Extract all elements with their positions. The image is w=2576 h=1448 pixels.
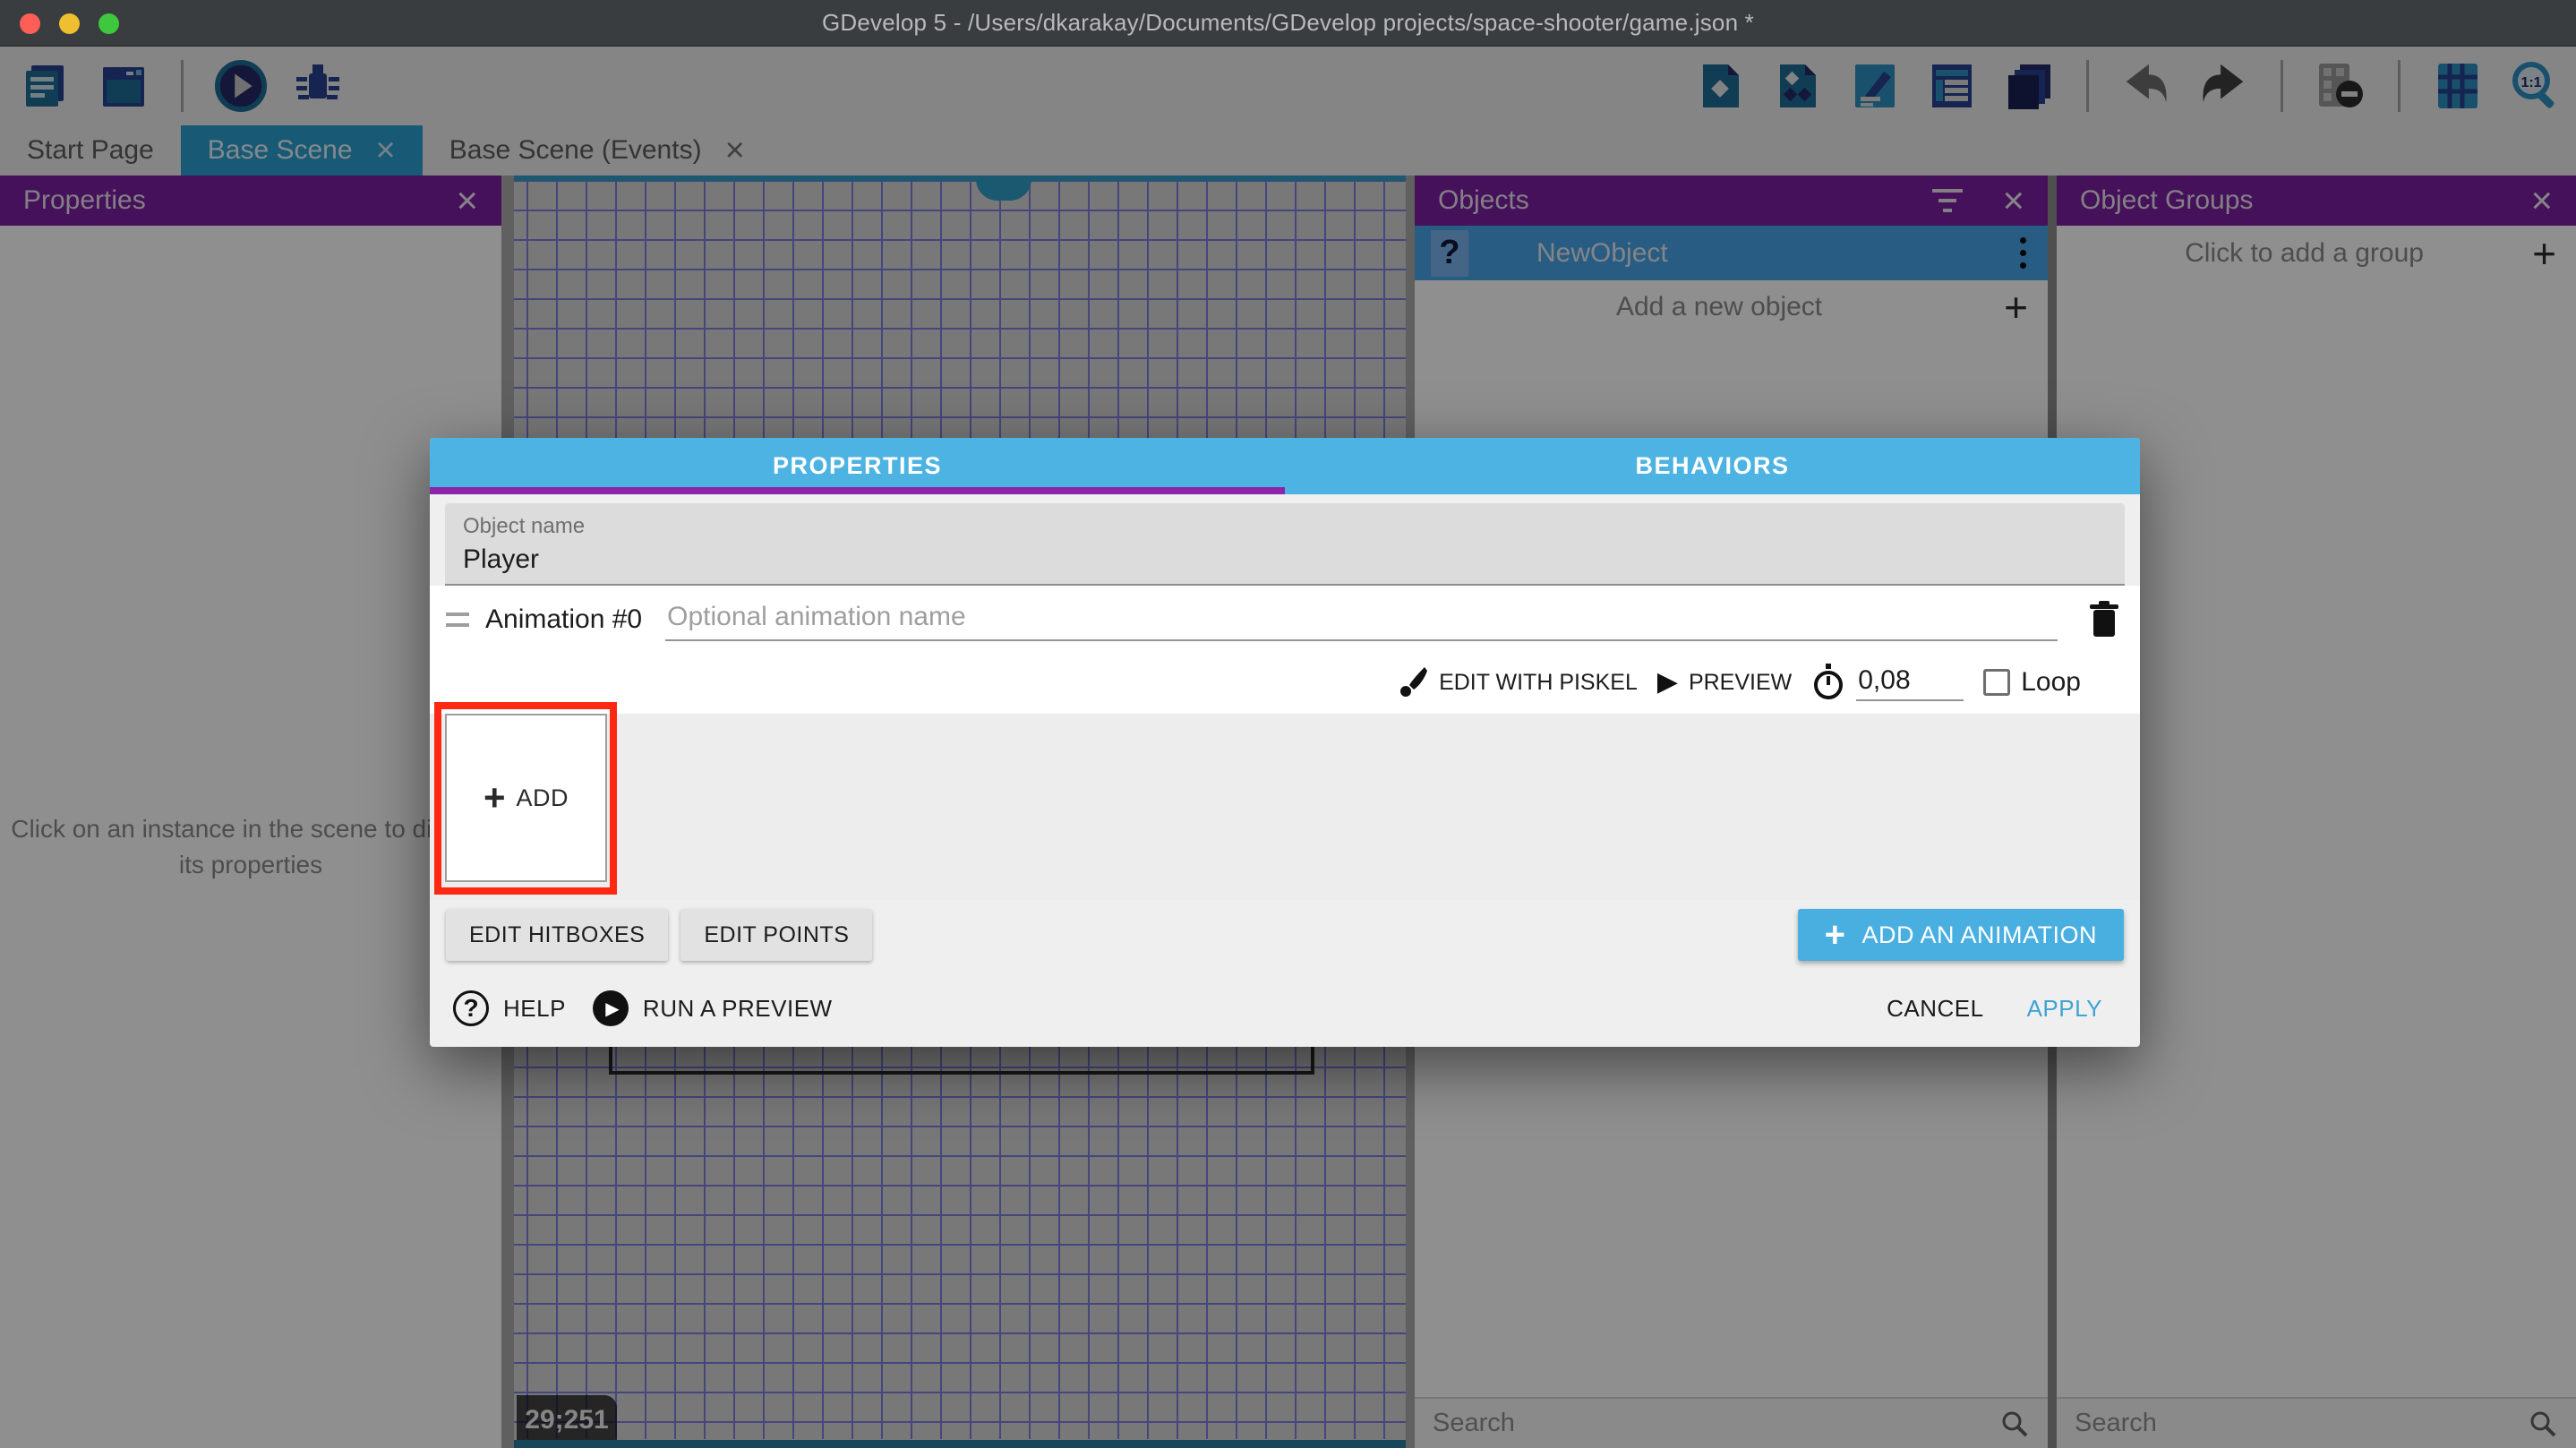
time-between-frames-control (1811, 664, 1964, 701)
frames-strip: + ADD (430, 714, 2140, 900)
preview-button[interactable]: ▶ PREVIEW (1657, 669, 1792, 696)
apply-button[interactable]: APPLY (2013, 986, 2117, 1032)
trash-icon (2088, 601, 2120, 638)
object-name-field-label: Object name (463, 514, 2107, 539)
close-window-button[interactable] (20, 13, 40, 34)
loop-control: Loop (1983, 667, 2081, 698)
object-name-input[interactable] (463, 544, 2107, 575)
titlebar: GDevelop 5 - /Users/dkarakay/Documents/G… (0, 0, 2576, 47)
dialog-buttons-row: EDIT HITBOXES EDIT POINTS + ADD AN ANIMA… (430, 900, 2140, 970)
dialog-footer: ? HELP ▶ RUN A PREVIEW CANCEL APPLY (430, 970, 2140, 1047)
dialog-tabs: PROPERTIES BEHAVIORS (430, 438, 2140, 494)
help-button[interactable]: HELP (503, 995, 566, 1023)
annotation-highlight-add-frame (434, 702, 617, 895)
tab-properties[interactable]: PROPERTIES (430, 438, 1285, 494)
animation-name-input[interactable] (665, 598, 2058, 641)
plus-icon: + (1825, 917, 1846, 953)
help-icon[interactable]: ? (453, 990, 489, 1026)
zoom-window-button[interactable] (98, 13, 119, 34)
animation-controls-row: EDIT WITH PISKEL ▶ PREVIEW Loop (446, 654, 2124, 711)
cancel-button[interactable]: CANCEL (1872, 986, 1998, 1032)
time-between-frames-input[interactable] (1856, 664, 1964, 701)
animation-label: Animation #0 (485, 604, 642, 635)
window-title: GDevelop 5 - /Users/dkarakay/Documents/G… (0, 9, 2576, 37)
gdevelop-window: GDevelop 5 - /Users/dkarakay/Documents/G… (0, 0, 2576, 1448)
brush-icon (1398, 666, 1428, 698)
object-name-field[interactable]: Object name (445, 503, 2125, 586)
loop-checkbox[interactable] (1983, 669, 2010, 696)
animation-block: Animation #0 EDIT WITH PISKEL ▶ PREVIEW (430, 586, 2140, 714)
drag-handle-icon[interactable] (446, 613, 469, 627)
delete-animation-button[interactable] (2084, 601, 2124, 638)
loop-label: Loop (2021, 667, 2081, 698)
animation-header-row: Animation #0 (446, 586, 2124, 654)
add-animation-button[interactable]: + ADD AN ANIMATION (1798, 909, 2124, 961)
edit-hitboxes-button[interactable]: EDIT HITBOXES (446, 909, 668, 961)
run-a-preview-button[interactable]: RUN A PREVIEW (643, 995, 833, 1023)
traffic-lights (20, 0, 119, 47)
timer-icon (1811, 664, 1845, 701)
edit-points-button[interactable]: EDIT POINTS (680, 909, 872, 961)
run-preview-icon[interactable]: ▶ (593, 990, 629, 1026)
active-tab-underline (430, 487, 1285, 494)
edit-with-piskel-button[interactable]: EDIT WITH PISKEL (1398, 666, 1638, 698)
tab-behaviors[interactable]: BEHAVIORS (1285, 438, 2140, 494)
play-icon: ▶ (1657, 669, 1678, 696)
minimize-window-button[interactable] (59, 13, 80, 34)
object-editor-dialog: PROPERTIES BEHAVIORS Object name Animati… (430, 438, 2140, 1047)
